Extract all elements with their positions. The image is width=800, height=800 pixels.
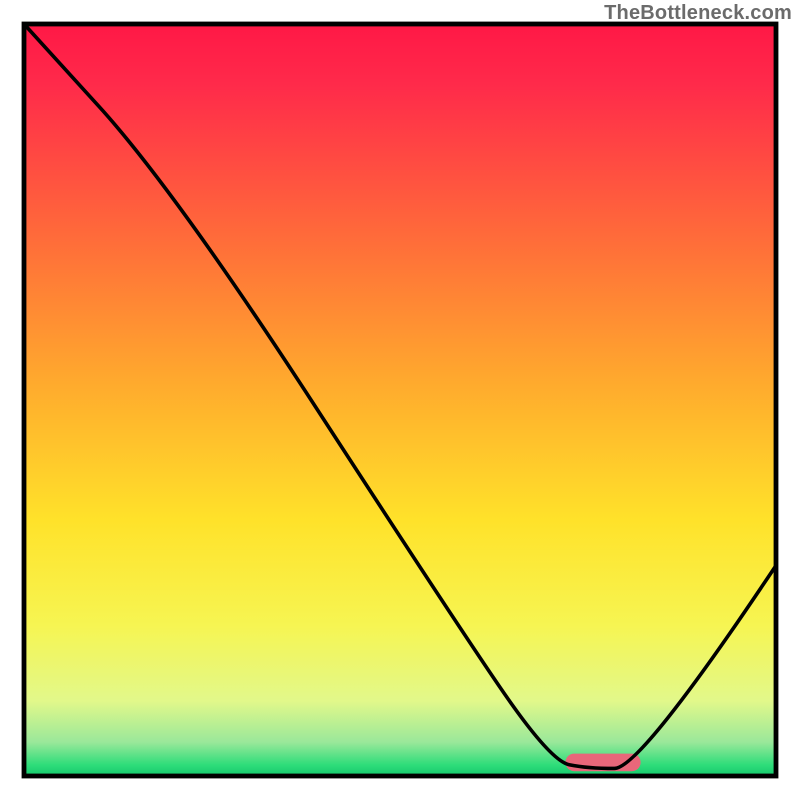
chart-container: TheBottleneck.com [0, 0, 800, 800]
plot-background [24, 24, 776, 776]
watermark-label: TheBottleneck.com [604, 2, 792, 25]
bottleneck-chart [0, 0, 800, 800]
